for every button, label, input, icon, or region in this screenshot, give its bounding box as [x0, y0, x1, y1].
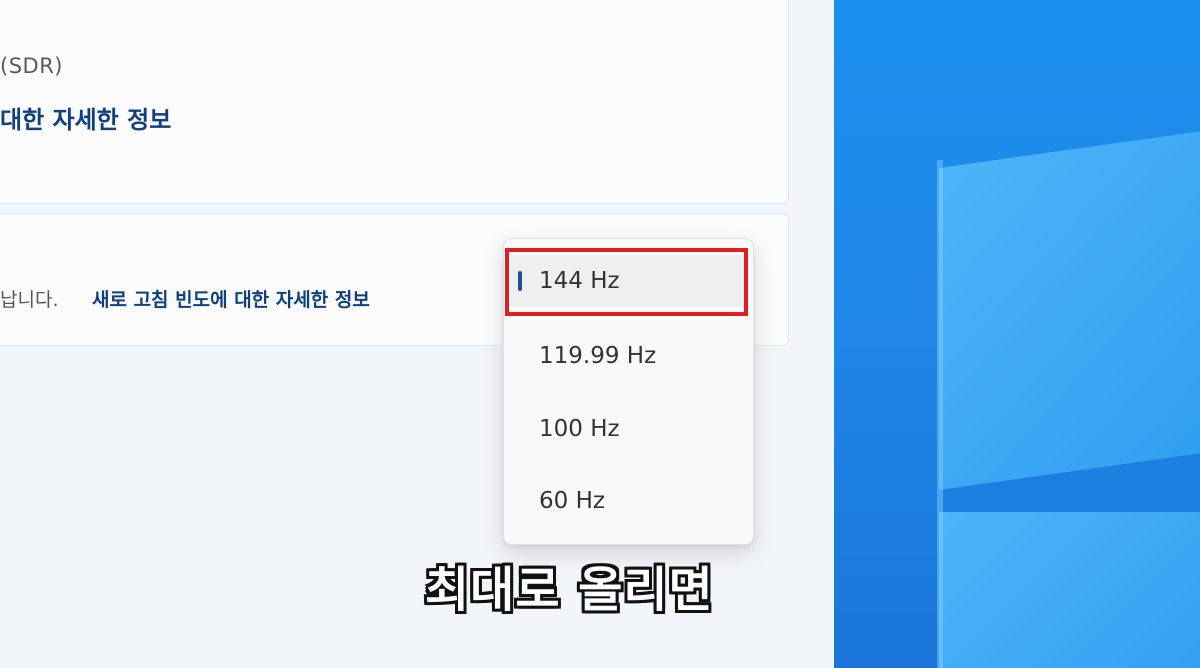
option-label: 100 Hz — [539, 416, 620, 442]
display-info-link[interactable]: 대한 자세한 정보 — [0, 100, 171, 135]
highlight-box — [505, 248, 748, 316]
desktop-wallpaper — [834, 0, 1200, 668]
video-caption: 최대로 올리면 — [425, 562, 714, 618]
refresh-rate-description: 납니다. — [0, 289, 59, 311]
refresh-option-119-99[interactable]: 119.99 Hz — [510, 330, 747, 382]
windows-logo-edge — [937, 160, 943, 668]
refresh-option-60[interactable]: 60 Hz — [510, 475, 747, 527]
windows-logo-pane-top — [939, 125, 1200, 490]
windows-logo-pane-bottom — [939, 512, 1200, 668]
dynamic-range-caption: (SDR) — [0, 54, 63, 78]
option-label: 119.99 Hz — [539, 343, 657, 369]
refresh-option-100[interactable]: 100 Hz — [510, 403, 747, 455]
refresh-rate-info-link[interactable]: 새로 고침 빈도에 대한 자세한 정보 — [92, 285, 370, 312]
option-label: 60 Hz — [539, 488, 605, 514]
